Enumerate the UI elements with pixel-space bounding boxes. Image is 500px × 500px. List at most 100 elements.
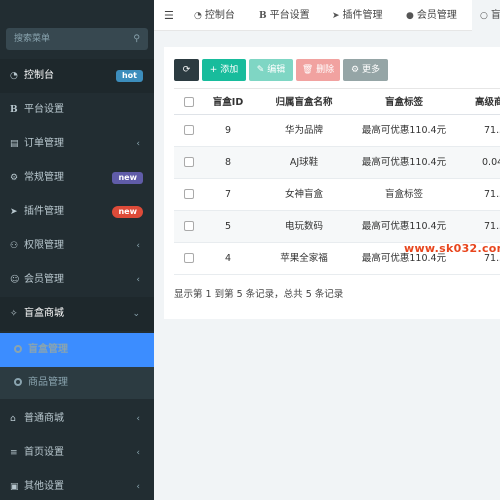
cell-id: 8 <box>224 157 232 168</box>
bank-icon: ⌂ <box>10 414 16 424</box>
chevron-left-icon: ‹ <box>136 139 140 149</box>
dashboard-icon: ◔ <box>194 11 202 21</box>
menu-toggle-icon[interactable]: ☰ <box>164 0 174 31</box>
sidebar-item-label: 首页设置 <box>24 447 64 458</box>
sidebar-item-blindbox-mall[interactable]: ✧ 盲盒商城 ⌄ <box>0 297 154 331</box>
sidebar-item-label: 控制台 <box>24 70 54 81</box>
tab-plugins[interactable]: ➤ 插件管理 <box>332 0 383 31</box>
dashboard-icon: ◔ <box>10 71 18 81</box>
hot-badge: hot <box>115 70 143 82</box>
sidebar-item-dashboard[interactable]: ◔ 控制台 hot <box>0 59 154 93</box>
cell-name: AJ球鞋 <box>289 157 319 168</box>
sidebar-item-members[interactable]: ☺ 会员管理 ‹ <box>0 263 154 297</box>
cell-value: 71.3 <box>484 221 500 232</box>
sidebar-item-plugins[interactable]: ➤ 插件管理 new <box>0 195 154 229</box>
table-header: 盲盒ID 归属盲盒名称 盲盒标签 高级商品 <box>174 88 500 115</box>
sidebar: 搜索菜单 ⚲ ◔ 控制台 hot B 平台设置 ▤ 订单管理 ‹ ⚙ 常规管理 new … <box>0 0 154 500</box>
column-header[interactable]: 盲盒标签 <box>354 89 454 116</box>
sidebar-item-other-settings[interactable]: ▣ 其他设置 ‹ <box>0 470 154 500</box>
refresh-button[interactable]: ⟳ <box>174 59 199 81</box>
circle-icon <box>14 345 22 353</box>
sidebar-item-label: 平台设置 <box>24 104 64 115</box>
cell-tag: 最高可优惠110.4元 <box>361 125 447 136</box>
user-circle-icon: ☺ <box>10 275 20 285</box>
add-button[interactable]: + 添加 <box>202 59 246 81</box>
tab-bar: ☰ ◔ 控制台 B 平台设置 ➤ 插件管理 ● 会员管理 ○ 盲 <box>154 0 500 31</box>
row-checkbox[interactable] <box>184 221 194 231</box>
table-row[interactable]: 9 华为品牌 最高可优惠110.4元 71.3 <box>174 115 500 147</box>
sidebar-item-label: 订单管理 <box>24 138 64 149</box>
cell-name: 苹果全家福 <box>280 253 328 264</box>
bold-b-icon: B <box>10 105 18 115</box>
sidebar-item-label: 插件管理 <box>24 206 64 217</box>
tab-members[interactable]: ● 会员管理 <box>406 0 457 31</box>
new-badge: new <box>112 206 143 218</box>
new-badge: new <box>112 172 143 184</box>
cell-tag: 盲盒标签 <box>384 189 423 200</box>
tab-dashboard[interactable]: ◔ 控制台 <box>194 0 235 31</box>
edit-label: 编辑 <box>267 65 286 75</box>
refresh-icon: ⟳ <box>182 65 191 75</box>
pagination-info: 显示第 1 到第 5 条记录，总共 5 条记录 <box>174 289 344 300</box>
cell-name: 华为品牌 <box>284 125 323 136</box>
cell-id: 9 <box>224 125 232 136</box>
circle-icon: ○ <box>480 11 488 21</box>
watermark: www.sk032.com <box>404 242 500 255</box>
column-header[interactable]: 盲盒ID <box>202 89 254 116</box>
plus-icon: + <box>209 65 221 75</box>
cell-id: 4 <box>224 253 232 264</box>
sidebar-item-product-manage[interactable]: 商品管理 <box>0 366 154 400</box>
cogs-icon: ⚙ <box>10 173 19 183</box>
bold-b-icon: B <box>259 11 267 21</box>
column-header[interactable]: 归属盲盒名称 <box>254 89 354 116</box>
search-icon[interactable]: ⚲ <box>133 28 140 50</box>
cell-tag: 最高可优惠110.4元 <box>361 221 447 232</box>
search-placeholder: 搜索菜单 <box>14 34 51 44</box>
cog-icon: ⚙ <box>351 65 362 75</box>
cell-value: 0.04 <box>482 157 500 168</box>
column-header[interactable]: 高级商品 <box>454 89 500 116</box>
select-all-checkbox[interactable] <box>184 97 194 107</box>
row-checkbox[interactable] <box>184 253 194 263</box>
cell-value: 71.3 <box>484 189 500 200</box>
sidebar-item-general[interactable]: ⚙ 常规管理 new <box>0 161 154 195</box>
search-input[interactable]: 搜索菜单 ⚲ <box>6 28 148 50</box>
sidebar-item-label: 常规管理 <box>24 172 64 183</box>
cell-id: 5 <box>224 221 232 232</box>
more-label: 更多 <box>361 65 380 75</box>
cell-value: 71.3 <box>484 125 500 136</box>
circle-icon <box>14 378 22 386</box>
pencil-icon: ✎ <box>256 65 268 75</box>
chevron-left-icon: ‹ <box>136 482 140 492</box>
sidebar-item-home-settings[interactable]: ≡ 首页设置 ‹ <box>0 436 154 470</box>
sidebar-item-label: 权限管理 <box>24 240 64 251</box>
sidebar-item-permissions[interactable]: ⚇ 权限管理 ‹ <box>0 229 154 263</box>
row-checkbox[interactable] <box>184 157 194 167</box>
table-row[interactable]: 7 女神盲盒 盲盒标签 71.3 <box>174 179 500 211</box>
rocket-icon: ➤ <box>332 11 340 21</box>
sidebar-item-label: 盲盒商城 <box>24 308 64 319</box>
delete-label: 删除 <box>316 65 335 75</box>
magic-icon: ✧ <box>10 309 18 319</box>
folder-icon: ▣ <box>10 482 19 492</box>
tab-label: 会员管理 <box>416 10 457 21</box>
more-button[interactable]: ⚙ 更多 <box>343 59 388 81</box>
tab-blindbox[interactable]: ○ 盲 <box>472 0 500 31</box>
sidebar-item-normal-mall[interactable]: ⌂ 普通商城 ‹ <box>0 402 154 436</box>
row-checkbox[interactable] <box>184 189 194 199</box>
tab-label: 盲 <box>490 10 500 21</box>
chevron-left-icon: ‹ <box>136 241 140 251</box>
rocket-icon: ➤ <box>10 207 18 217</box>
sidebar-item-blindbox-manage[interactable]: 盲盒管理 <box>0 333 154 367</box>
tab-platform-settings[interactable]: B 平台设置 <box>259 0 310 31</box>
delete-button[interactable]: 🗑 删除 <box>296 59 340 81</box>
row-checkbox[interactable] <box>184 125 194 135</box>
edit-button[interactable]: ✎ 编辑 <box>249 59 293 81</box>
sidebar-item-platform-settings[interactable]: B 平台设置 <box>0 93 154 127</box>
table-row[interactable]: 5 电玩数码 最高可优惠110.4元 71.3 <box>174 211 500 243</box>
cell-name: 女神盲盒 <box>284 189 323 200</box>
cell-tag: 最高可优惠110.4元 <box>361 157 447 168</box>
sidebar-item-orders[interactable]: ▤ 订单管理 ‹ <box>0 127 154 161</box>
table-row[interactable]: 8 AJ球鞋 最高可优惠110.4元 0.04 <box>174 147 500 179</box>
add-label: 添加 <box>220 65 239 75</box>
